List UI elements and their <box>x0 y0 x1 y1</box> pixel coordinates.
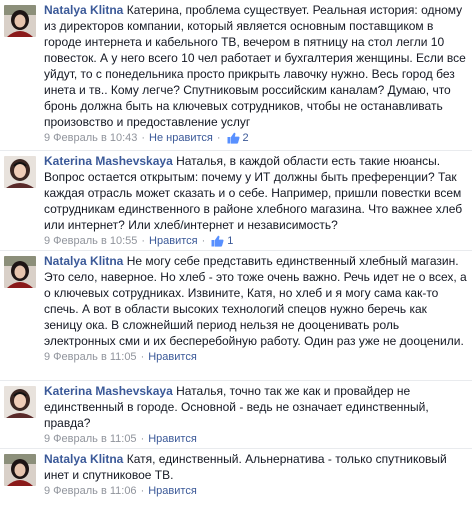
comment: Natalya Klitna Катерина, проблема сущест… <box>0 0 472 150</box>
like-toggle-button[interactable]: Нравится <box>148 349 197 365</box>
comment-author[interactable]: Natalya Klitna <box>44 452 123 466</box>
comment: Natalya Klitna Катя, единственный. Альне… <box>0 448 472 506</box>
avatar[interactable] <box>4 454 36 486</box>
comment-body: Natalya Klitna Катя, единственный. Альне… <box>44 451 468 499</box>
comment-body: Katerina Mashevskaya Наталья, точно так … <box>44 383 468 447</box>
comment-text: Не могу себе представить единственный хл… <box>44 254 467 348</box>
meta-separator: · <box>216 132 221 144</box>
thumbs-up-icon[interactable] <box>211 235 224 247</box>
comment-meta: 9 Февраль в 11:05 · Нравится <box>44 349 468 365</box>
comment-timestamp[interactable]: 9 Февраль в 11:05 <box>44 349 137 365</box>
profile-photo-natalya-icon <box>4 5 36 37</box>
thumbs-up-icon[interactable] <box>227 132 240 144</box>
comment-timestamp[interactable]: 9 Февраль в 10:55 <box>44 233 137 249</box>
profile-photo-natalya-icon <box>4 256 36 288</box>
meta-separator: · <box>140 485 145 497</box>
comment-author[interactable]: Katerina Mashevskaya <box>44 154 173 168</box>
like-toggle-button[interactable]: Не нравится <box>149 130 213 146</box>
avatar[interactable] <box>4 5 36 37</box>
comment-timestamp[interactable]: 9 Февраль в 11:06 <box>44 483 137 499</box>
comment-timestamp[interactable]: 9 Февраль в 11:05 <box>44 431 137 447</box>
like-count[interactable]: 1 <box>227 233 233 249</box>
comment-body: Natalya Klitna Катерина, проблема сущест… <box>44 2 468 146</box>
comment-body: Natalya Klitna Не могу себе представить … <box>44 253 468 365</box>
meta-separator: · <box>140 351 145 363</box>
comment-author[interactable]: Katerina Mashevskaya <box>44 384 173 398</box>
comment-author[interactable]: Natalya Klitna <box>44 3 123 17</box>
comment-meta: 9 Февраль в 10:43 · Не нравится · 2 <box>44 130 468 146</box>
comment: Katerina Mashevskaya Наталья, в каждой о… <box>0 150 472 251</box>
meta-separator: · <box>140 433 145 445</box>
comment-timestamp[interactable]: 9 Февраль в 10:43 <box>44 130 137 146</box>
like-toggle-button[interactable]: Нравится <box>149 233 198 249</box>
like-toggle-button[interactable]: Нравится <box>148 483 197 499</box>
comment-meta: 9 Февраль в 11:06 · Нравится <box>44 483 468 499</box>
comment-body: Katerina Mashevskaya Наталья, в каждой о… <box>44 153 468 249</box>
avatar[interactable] <box>4 156 36 188</box>
avatar[interactable] <box>4 256 36 288</box>
avatar[interactable] <box>4 386 36 418</box>
comment-thread: Natalya Klitna Катерина, проблема сущест… <box>0 0 472 505</box>
comment-text: Катерина, проблема существует. Реальная … <box>44 3 466 129</box>
meta-separator: · <box>141 235 146 247</box>
comment: Natalya Klitna Не могу себе представить … <box>0 250 472 381</box>
profile-photo-katerina-icon <box>4 386 36 418</box>
like-toggle-button[interactable]: Нравится <box>148 431 197 447</box>
comment-author[interactable]: Natalya Klitna <box>44 254 123 268</box>
meta-separator: · <box>201 235 206 247</box>
meta-separator: · <box>141 132 146 144</box>
comment: Katerina Mashevskaya Наталья, точно так … <box>0 380 472 449</box>
profile-photo-natalya-icon <box>4 454 36 486</box>
like-count[interactable]: 2 <box>243 130 249 146</box>
comment-meta: 9 Февраль в 10:55 · Нравится · 1 <box>44 233 468 249</box>
profile-photo-katerina-icon <box>4 156 36 188</box>
comment-meta: 9 Февраль в 11:05 · Нравится <box>44 431 468 447</box>
